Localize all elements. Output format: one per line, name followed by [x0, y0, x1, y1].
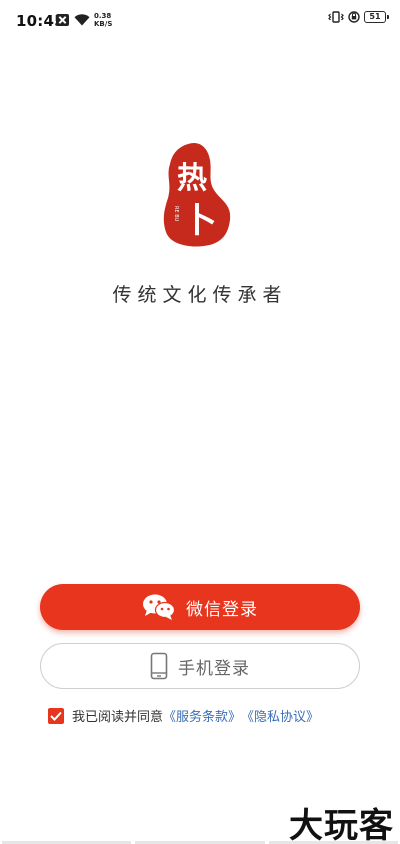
agreement-row: 我已阅读并同意 《服务条款》 《隐私协议》: [48, 706, 319, 725]
battery-icon: 51: [364, 11, 389, 23]
status-bar: 10:45 0.38 KB/S 51: [0, 0, 400, 40]
status-left-icons: 0.38 KB/S: [56, 12, 112, 28]
net-speed-value: 0.38: [94, 12, 112, 20]
alarm-icon: [348, 11, 360, 23]
status-right-icons: 51: [324, 11, 389, 23]
agreement-prefix: 我已阅读并同意: [72, 710, 164, 725]
login-screen: 10:45 0.38 KB/S 51 热 卜 RE BU 传统文化传承者 微信登…: [0, 0, 400, 844]
vibrate-icon: [328, 11, 344, 23]
watermark: 大玩客: [289, 806, 394, 844]
check-icon: [50, 711, 62, 721]
wechat-icon: [142, 593, 176, 621]
privacy-link[interactable]: 《隐私协议》: [241, 706, 319, 725]
phone-login-button[interactable]: 手机登录: [40, 643, 360, 689]
phone-icon: [150, 652, 168, 680]
terms-link[interactable]: 《服务条款》: [163, 706, 241, 725]
agreement-checkbox[interactable]: [48, 707, 64, 724]
logo-pinyin: RE BU: [173, 206, 179, 222]
notification-icon: [56, 14, 69, 26]
net-speed-unit: KB/S: [94, 20, 113, 28]
app-logo: 热 卜 RE BU: [163, 142, 231, 247]
logo-text-top: 热: [177, 161, 207, 196]
battery-level: 51: [369, 12, 381, 21]
wifi-icon: [74, 14, 90, 26]
wechat-login-button[interactable]: 微信登录: [40, 584, 360, 630]
net-speed: 0.38 KB/S: [94, 12, 112, 28]
tagline: 传统文化传承者: [112, 284, 288, 306]
logo-text-bottom: 卜: [183, 201, 217, 241]
wechat-login-label: 微信登录: [186, 599, 258, 620]
phone-login-label: 手机登录: [178, 658, 250, 679]
